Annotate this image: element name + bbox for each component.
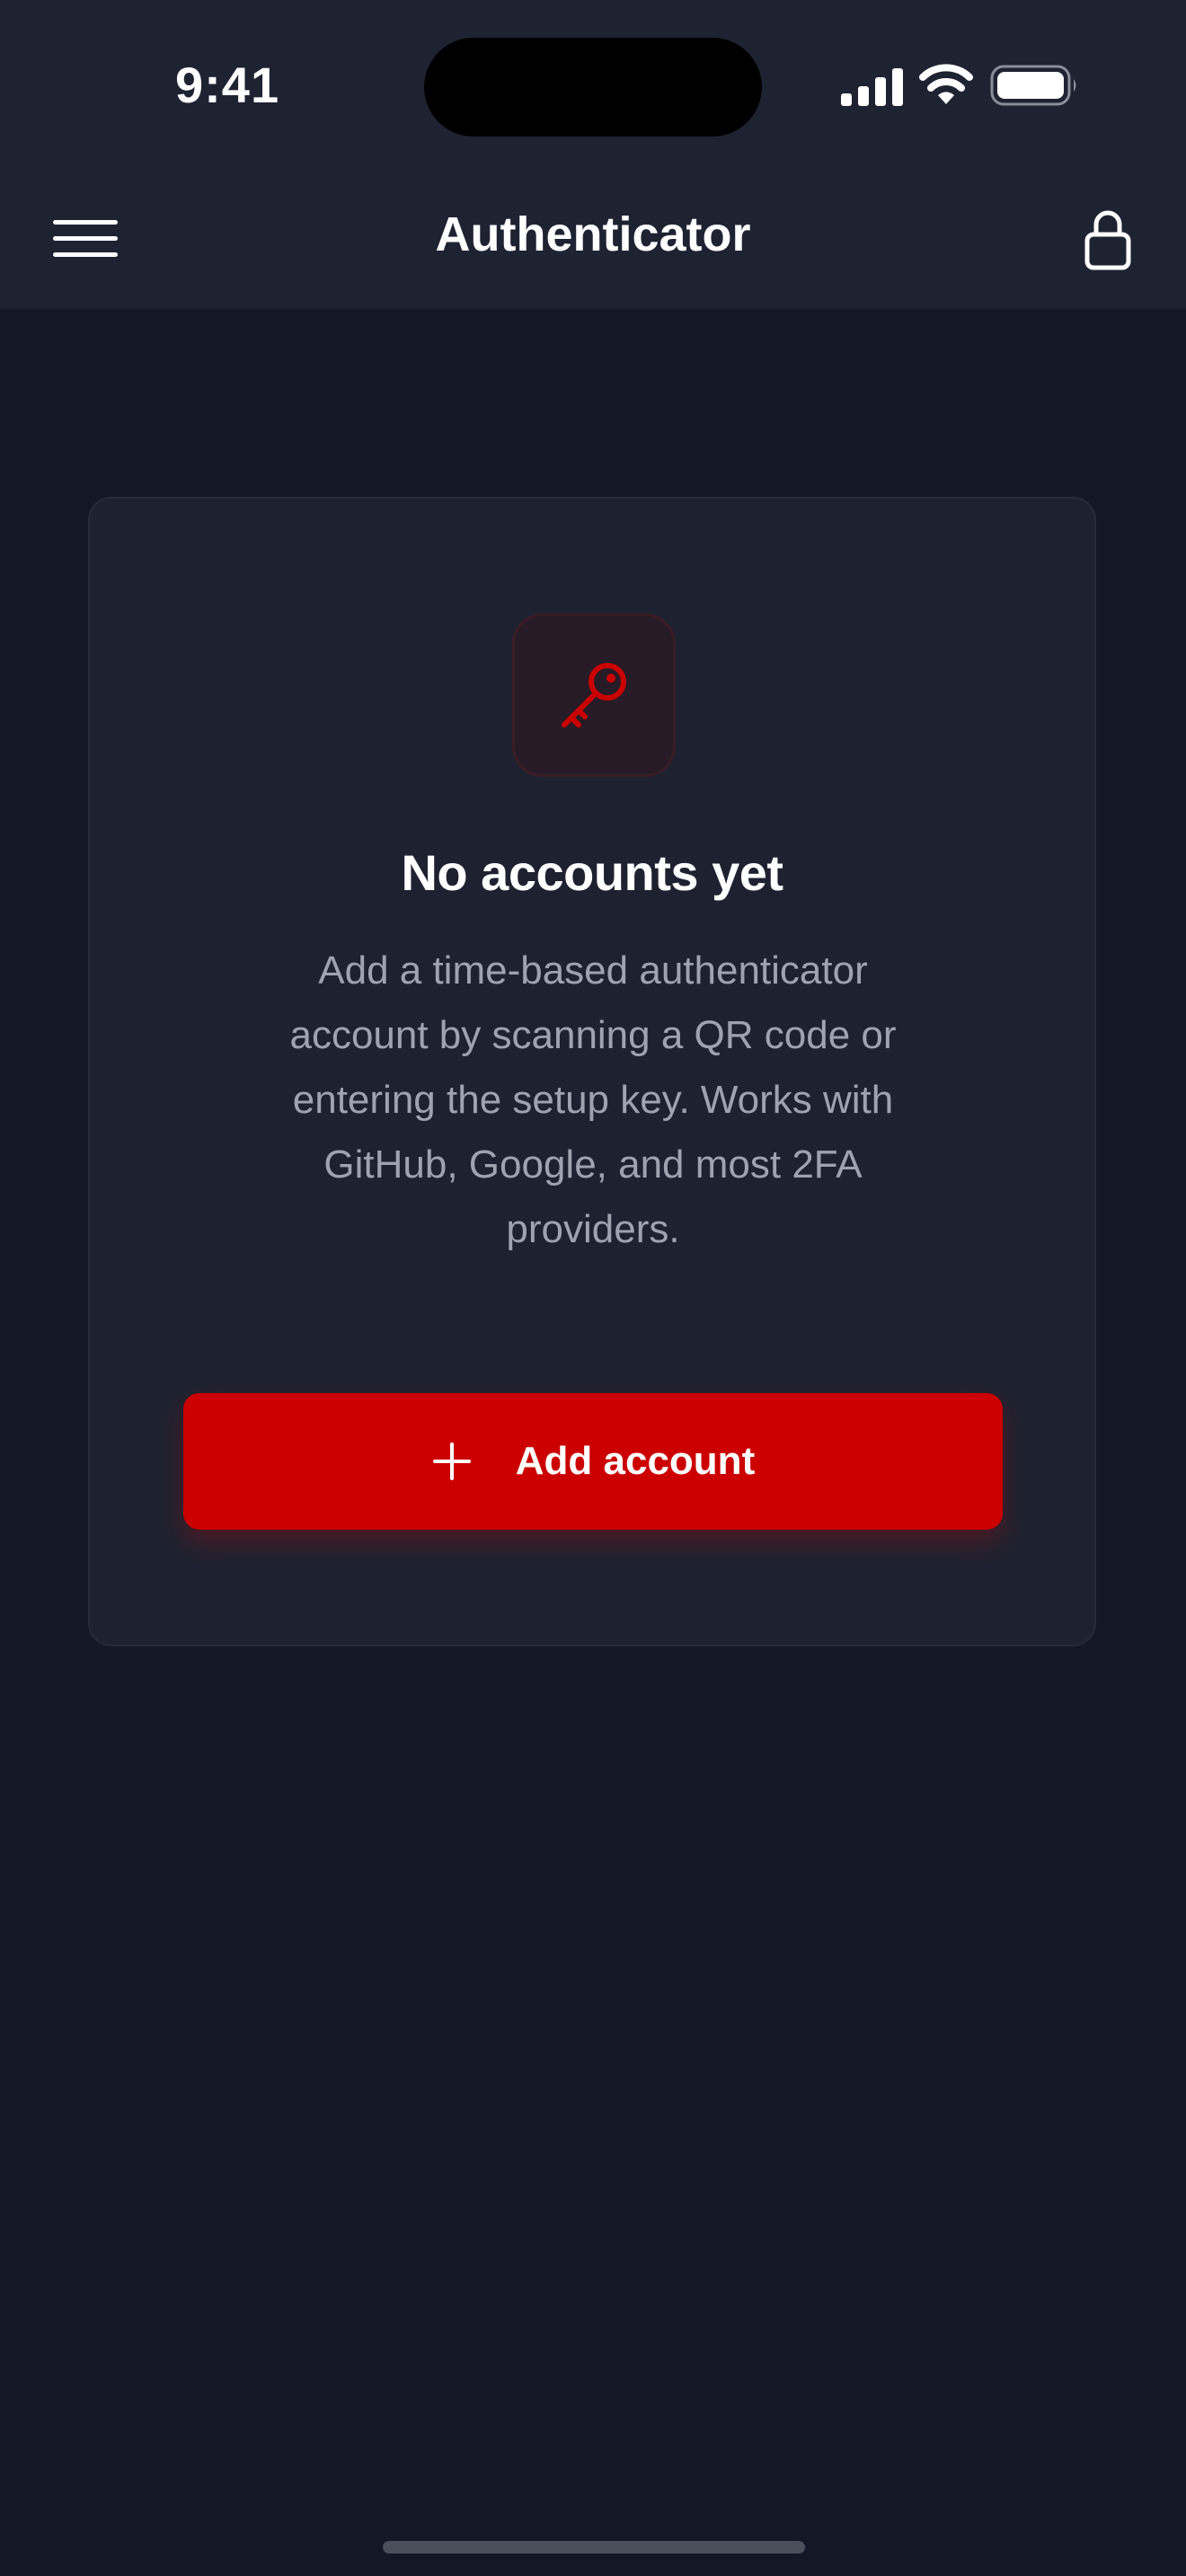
home-indicator[interactable] (383, 2541, 805, 2554)
key-badge (512, 613, 676, 777)
page-title: Authenticator (435, 207, 751, 261)
plus-icon (432, 1442, 471, 1480)
empty-state-card: No accounts yet Add a time-based authent… (88, 497, 1096, 1646)
empty-state-description: Add a time-based authenticator account b… (289, 948, 897, 1251)
top-nav-bar: Authenticator (0, 171, 1186, 309)
lock-icon (1084, 210, 1131, 270)
cellular-signal-icon (841, 68, 903, 106)
wifi-icon (919, 64, 973, 104)
status-time: 9:41 (175, 57, 280, 113)
key-icon (562, 663, 626, 728)
battery-icon (990, 65, 1076, 106)
add-account-button[interactable]: Add account (183, 1393, 1003, 1530)
dynamic-island (424, 38, 762, 137)
empty-state-title: No accounts yet (401, 844, 783, 901)
authenticator-screen: 9:41 Authenticator No accounts yet Add a… (0, 0, 1186, 2576)
lock-button[interactable] (1069, 201, 1146, 278)
status-bar: 9:41 (0, 0, 1186, 171)
add-account-button-label: Add account (515, 1439, 756, 1483)
